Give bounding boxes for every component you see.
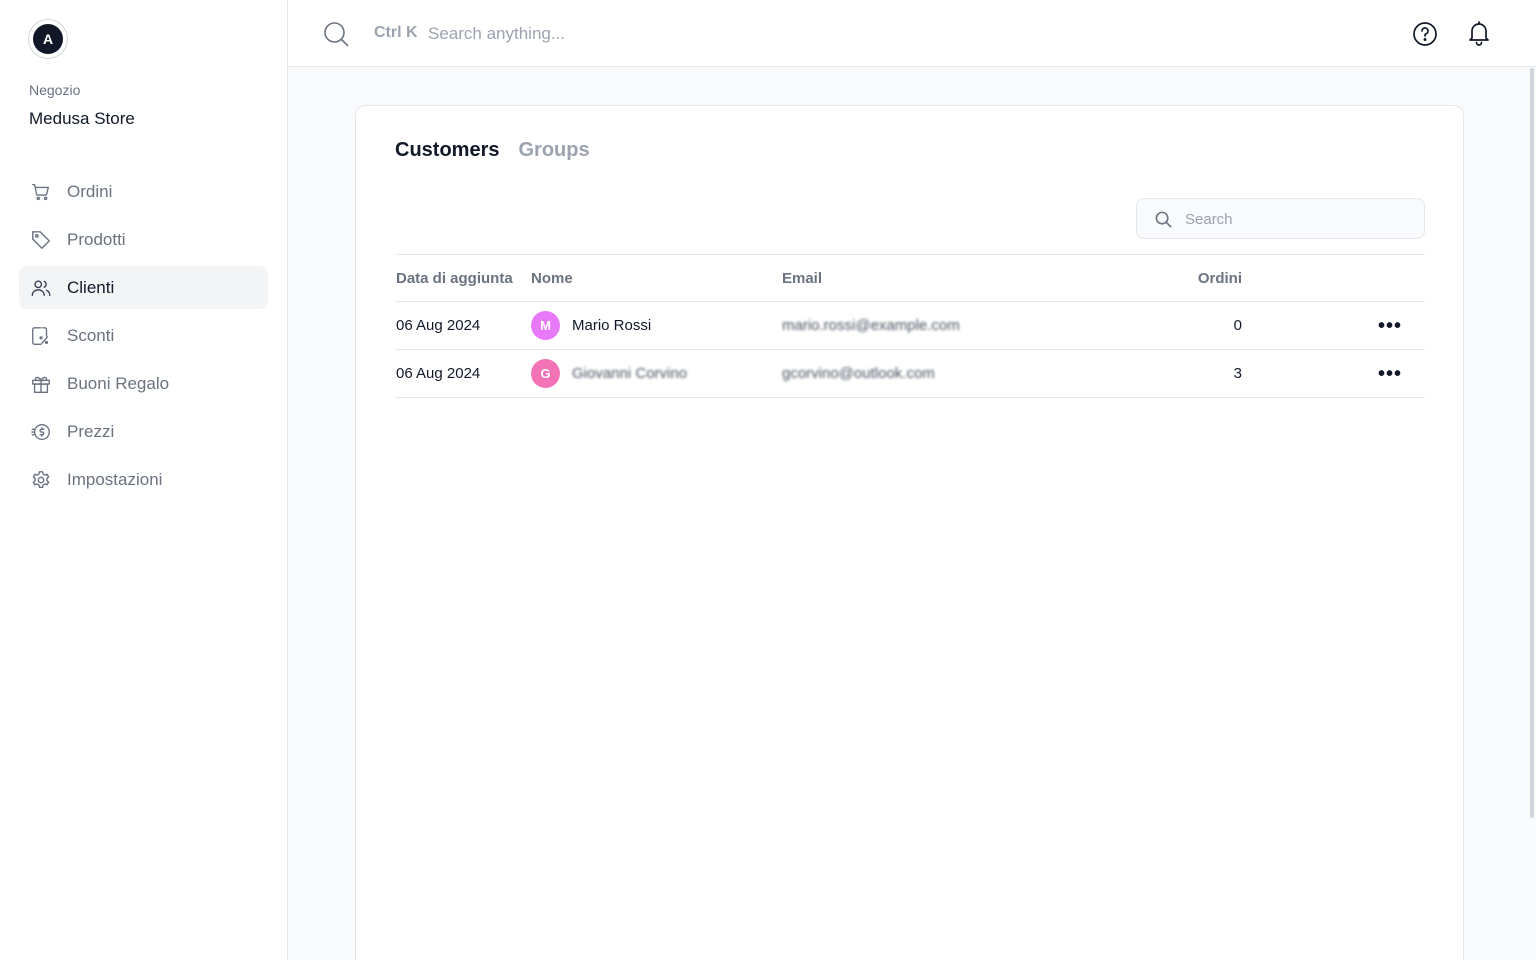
sidebar-item-label: Sconti <box>67 325 115 345</box>
column-header-date[interactable]: Data di aggiunta <box>396 255 513 301</box>
column-header-name[interactable]: Nome <box>531 255 573 301</box>
column-header-orders[interactable]: Ordini <box>1135 255 1242 301</box>
shortcut-hint: Ctrl K <box>374 24 418 41</box>
store-avatar-initial: A <box>33 24 63 54</box>
sidebar-item-label: Prodotti <box>67 229 126 249</box>
tab-bar: Customers Groups <box>395 139 609 162</box>
tab-customers[interactable]: Customers <box>395 139 499 162</box>
sidebar: A Negozio Medusa Store Ordini Prodotti C… <box>0 0 288 960</box>
table-row[interactable]: 06 Aug 2024 G Giovanni Corvino gcorvino@… <box>395 350 1425 398</box>
sidebar-nav: Ordini Prodotti Clienti Sconti Buoni Reg… <box>19 170 268 506</box>
search-icon[interactable] <box>322 20 350 48</box>
customer-email: gcorvino@outlook.com <box>782 365 935 382</box>
customer-avatar: M <box>531 311 560 340</box>
sidebar-item-label: Prezzi <box>67 421 115 441</box>
global-search-input[interactable] <box>428 20 848 48</box>
topbar: Ctrl K <box>288 0 1536 67</box>
row-actions-button[interactable]: ••• <box>1375 302 1405 349</box>
sidebar-item-label: Buoni Regalo <box>67 373 170 393</box>
store-avatar[interactable]: A <box>28 19 68 59</box>
table-search <box>1136 198 1425 239</box>
row-actions-button[interactable]: ••• <box>1375 350 1405 397</box>
gear-icon <box>30 469 52 491</box>
customer-email: mario.rossi@example.com <box>782 317 960 334</box>
customer-avatar: G <box>531 359 560 388</box>
customer-name-cell: G Giovanni Corvino <box>531 350 687 397</box>
sidebar-item-prezzi[interactable]: Prezzi <box>19 410 268 453</box>
sidebar-item-prodotti[interactable]: Prodotti <box>19 218 268 261</box>
help-icon[interactable] <box>1411 20 1439 48</box>
customer-name: Giovanni Corvino <box>572 365 688 382</box>
table-header: Data di aggiunta Nome Email Ordini <box>395 254 1425 302</box>
customers-table: Data di aggiunta Nome Email Ordini 06 Au… <box>395 254 1425 398</box>
customer-orders: 0 <box>1233 317 1242 334</box>
tab-groups[interactable]: Groups <box>518 139 589 162</box>
sidebar-item-label: Clienti <box>67 277 115 297</box>
table-row[interactable]: 06 Aug 2024 M Mario Rossi mario.rossi@ex… <box>395 302 1425 350</box>
cart-icon <box>30 181 52 203</box>
sidebar-item-label: Ordini <box>67 181 113 201</box>
sidebar-item-clienti[interactable]: Clienti <box>19 266 268 309</box>
customer-name-cell: M Mario Rossi <box>531 302 651 349</box>
customers-card: Customers Groups Data di aggiunta Nome E… <box>355 105 1464 960</box>
sidebar-item-sconti[interactable]: Sconti <box>19 314 268 357</box>
more-icon: ••• <box>1377 314 1402 337</box>
column-header-email[interactable]: Email <box>782 255 822 301</box>
store-name: Medusa Store <box>29 109 135 128</box>
users-icon <box>30 277 52 299</box>
sidebar-item-ordini[interactable]: Ordini <box>19 170 268 213</box>
page-scrollbar[interactable] <box>1530 68 1534 818</box>
discount-icon <box>30 325 52 347</box>
customer-search-input[interactable] <box>1185 207 1405 231</box>
more-icon: ••• <box>1377 362 1402 385</box>
search-icon <box>1154 210 1173 229</box>
customer-name: Mario Rossi <box>572 317 652 334</box>
sidebar-item-impostazioni[interactable]: Impostazioni <box>19 458 268 501</box>
coins-icon <box>30 421 52 443</box>
store-label: Negozio <box>29 82 81 98</box>
tag-icon <box>30 229 52 251</box>
bell-icon[interactable] <box>1465 19 1493 47</box>
customer-date: 06 Aug 2024 <box>396 317 481 334</box>
customer-date: 06 Aug 2024 <box>396 365 481 382</box>
gift-icon <box>30 373 52 395</box>
sidebar-item-label: Impostazioni <box>67 469 163 489</box>
customer-orders: 3 <box>1233 365 1242 382</box>
sidebar-item-buoni-regalo[interactable]: Buoni Regalo <box>19 362 268 405</box>
